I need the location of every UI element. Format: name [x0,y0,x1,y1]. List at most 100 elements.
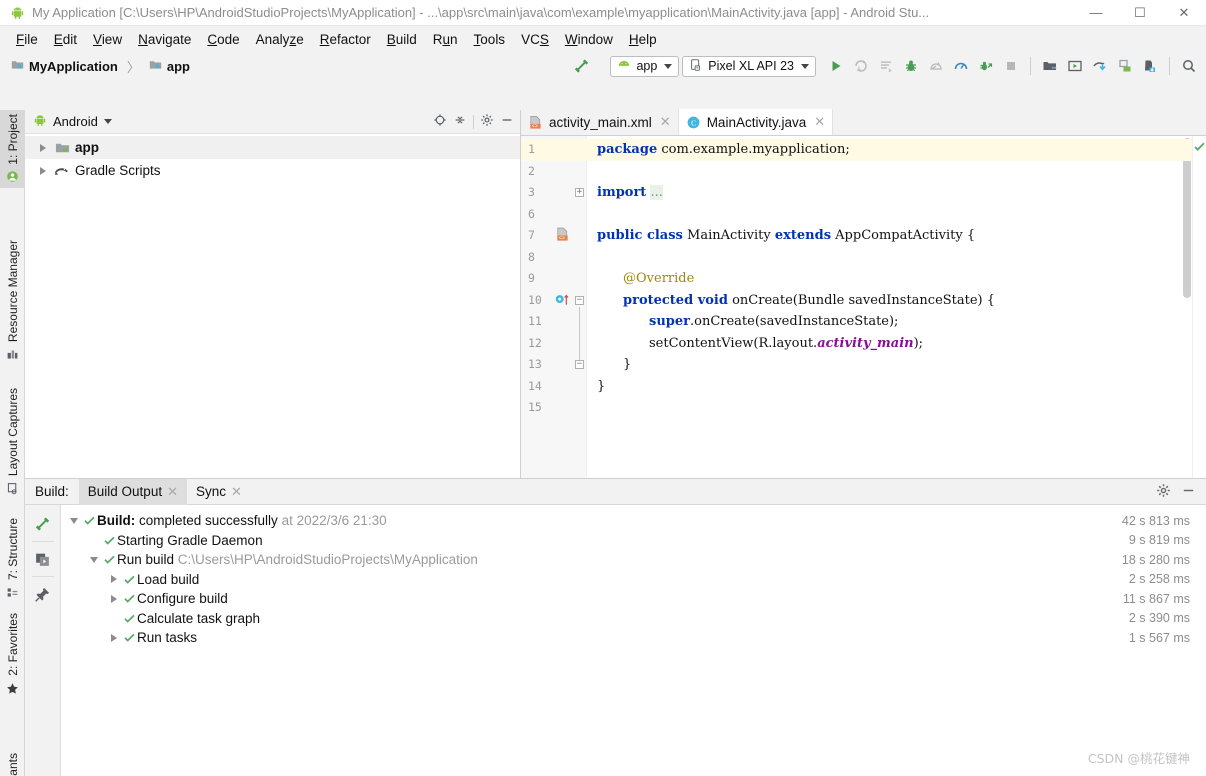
maximize-button[interactable]: ☐ [1118,0,1162,26]
tool-window-tab-resource-manager[interactable]: Resource Manager [0,228,25,366]
play-icon[interactable] [825,55,847,77]
menu-item-file[interactable]: File [8,29,46,50]
build-output-row[interactable]: Starting Gradle Daemon9 s 819 ms [61,531,1206,551]
sdk-manager-icon[interactable] [1039,55,1061,77]
gear-icon[interactable] [480,113,494,130]
code-token: } [623,357,631,372]
minimize-icon[interactable] [500,113,514,130]
bug-icon[interactable] [900,55,922,77]
breadcrumb-separator: 〉 [125,57,142,76]
menu-item-navigate[interactable]: Navigate [130,29,199,50]
profiler-icon[interactable] [950,55,972,77]
code-line[interactable]: } [587,376,605,398]
menu-item-view[interactable]: View [85,29,130,50]
code-line[interactable]: } [587,354,631,376]
minimize-button[interactable]: — [1074,0,1118,26]
menu-item-analyze[interactable]: Analyze [248,29,312,50]
chevron-down-icon[interactable] [67,518,81,524]
menu-item-build[interactable]: Build [379,29,425,50]
chevron-down-icon[interactable] [104,119,112,124]
fold-collapse-end-icon[interactable]: − [575,360,584,369]
build-output-row[interactable]: Configure build11 s 867 ms [61,589,1206,609]
close-icon[interactable]: ✕ [660,114,671,130]
build-tab-build-output[interactable]: Build Output✕ [79,479,187,505]
hammer-icon[interactable] [30,511,56,537]
close-icon[interactable]: ✕ [814,114,825,130]
device-selector[interactable]: Pixel XL API 23 [682,56,816,77]
editor-scrollbar[interactable] [1182,136,1192,478]
code-line[interactable]: protected void onCreate(Bundle savedInst… [587,290,995,312]
svg-text:<>: <> [559,236,565,242]
minimize-icon[interactable] [1181,483,1196,501]
fold-collapse-icon[interactable]: − [575,296,584,305]
menu-item-edit[interactable]: Edit [46,29,85,50]
android-icon [33,113,47,130]
search-icon[interactable] [1178,55,1200,77]
code-line[interactable]: super.onCreate(savedInstanceState); [587,311,898,333]
breadcrumb-module[interactable]: app [146,57,193,75]
xml-layout-marker-icon[interactable]: <> [555,227,570,246]
code-line[interactable]: public class MainActivity extends AppCom… [587,225,975,247]
tool-window-tab-label: 7: Structure [6,518,20,580]
tree-node-app[interactable]: app [25,136,520,159]
code-line[interactable]: package com.example.myapplication; [587,139,850,161]
breadcrumb-project[interactable]: MyApplication [8,57,121,75]
menu-item-code[interactable]: Code [199,29,247,50]
pin-icon[interactable] [30,581,56,607]
build-tab-sync[interactable]: Sync✕ [187,479,251,505]
tool-window-tab-build-variants[interactable]: Build Variants [0,730,25,776]
close-icon[interactable]: ✕ [231,484,242,500]
gradle-sync-icon[interactable] [1089,55,1111,77]
editor-tab-mainactivity-java[interactable]: CMainActivity.java✕ [679,109,833,135]
build-output-row[interactable]: Calculate task graph2 s 390 ms [61,609,1206,629]
menu-item-run[interactable]: Run [425,29,466,50]
editor-tab-activity-main-xml[interactable]: <>activity_main.xml✕ [521,109,679,135]
build-output-tree[interactable]: Build: completed successfully at 2022/3/… [61,505,1206,776]
gear-icon[interactable] [1156,483,1171,501]
close-icon[interactable]: ✕ [167,484,178,500]
code-line[interactable]: @Override [587,268,694,290]
menu-item-vcs[interactable]: VCS [513,29,557,50]
build-row-title: Build: [97,513,135,528]
menu-item-window[interactable]: Window [557,29,621,50]
build-output-row[interactable]: Run build C:\Users\HP\AndroidStudioProje… [61,550,1206,570]
tool-window-tab-7-structure[interactable]: 7: Structure [0,510,25,604]
attach-debugger-icon[interactable] [975,55,997,77]
close-button[interactable]: ✕ [1162,0,1206,26]
menu-item-help[interactable]: Help [621,29,665,50]
code-token: activity_main [817,336,913,351]
menu-item-tools[interactable]: Tools [466,29,514,50]
code-token: import [597,185,646,200]
hammer-icon[interactable] [571,55,593,77]
toggle-tasks-icon[interactable] [30,546,56,572]
avd-manager-icon[interactable] [1064,55,1086,77]
tree-node-gradle-scripts[interactable]: Gradle Scripts [25,159,520,182]
code-line[interactable]: import ... [587,182,663,204]
code-editor[interactable]: 123+67<>8910−111213−1415 package com.exa… [521,136,1206,478]
collapse-all-icon[interactable] [453,113,467,130]
expand-toggle-icon[interactable] [37,142,49,154]
tool-window-tab-2-favorites[interactable]: 2: Favorites [0,608,25,700]
run-configuration-selector[interactable]: app [610,56,679,77]
device-explorer-icon[interactable] [1139,55,1161,77]
code-text[interactable]: package com.example.myapplication; import… [587,136,1192,478]
tool-window-tab-layout-captures[interactable]: Layout Captures [0,378,25,500]
build-output-row[interactable]: Run tasks1 s 567 ms [61,628,1206,648]
editor-gutter[interactable]: 123+67<>8910−111213−1415 [521,136,587,478]
override-method-marker-icon[interactable] [555,293,572,311]
chevron-down-icon[interactable] [87,557,101,563]
layout-inspector-icon[interactable] [1114,55,1136,77]
fold-expand-icon[interactable]: + [575,188,584,197]
menu-item-refactor[interactable]: Refactor [312,29,379,50]
build-output-row[interactable]: Build: completed successfully at 2022/3/… [61,511,1206,531]
chevron-right-icon[interactable] [107,595,121,603]
code-line[interactable]: setContentView(R.layout.activity_main); [587,333,923,355]
tool-window-tab-1-project[interactable]: 1: Project [0,110,25,188]
build-output-row[interactable]: Load build2 s 258 ms [61,570,1206,590]
chevron-right-icon[interactable] [107,634,121,642]
ok-check-icon[interactable] [1193,140,1206,156]
expand-toggle-icon[interactable] [37,165,49,177]
chevron-right-icon[interactable] [107,575,121,583]
target-icon[interactable] [433,113,447,130]
build-row-text: Configure build [137,591,228,606]
